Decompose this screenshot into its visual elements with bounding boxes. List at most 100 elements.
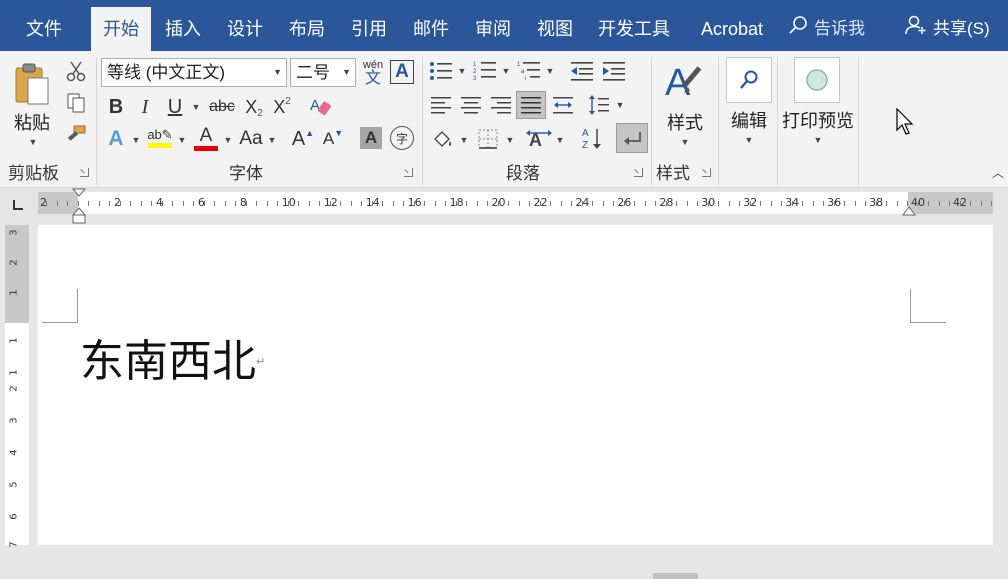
vertical-ruler[interactable]: 3 2 1 1 1 2 3 4 5 6 7 <box>5 225 29 548</box>
editing-dropdown-icon[interactable]: ▼ <box>743 135 755 145</box>
font-color-button[interactable]: A <box>192 124 220 152</box>
ruler-bar[interactable]: 224681012141618202224262830323436384042 <box>38 192 993 214</box>
ruler-tick <box>319 201 320 206</box>
underline-dropdown-icon[interactable]: ▼ <box>190 101 202 113</box>
numbering-dropdown-icon[interactable]: ▼ <box>500 65 512 77</box>
tell-me-box[interactable]: 告诉我 <box>788 7 865 51</box>
highlight-dropdown-icon[interactable]: ▼ <box>176 134 188 146</box>
asian-layout-icon[interactable]: A <box>524 125 554 153</box>
text-effects-icon[interactable]: A <box>104 126 128 152</box>
phonetic-guide-button[interactable]: wén 文 <box>360 57 386 89</box>
document-page[interactable]: 东南西北 ↵ <box>38 225 993 545</box>
styles-launcher-icon[interactable] <box>702 168 711 177</box>
scroll-thumb[interactable] <box>653 573 698 579</box>
shading-dropdown-icon[interactable]: ▼ <box>458 134 470 146</box>
highlight-color-button[interactable]: ab✎ <box>146 124 174 152</box>
tab-view[interactable]: 视图 <box>527 7 583 51</box>
chevron-down-icon[interactable]: ▼ <box>342 59 351 86</box>
right-indent-marker-icon[interactable] <box>902 206 916 218</box>
shrink-font-button[interactable]: A ▼ <box>320 126 346 152</box>
line-spacing-dropdown-icon[interactable]: ▼ <box>614 99 626 111</box>
paste-label[interactable]: 粘贴 <box>10 109 54 135</box>
bold-button[interactable]: B <box>105 94 127 120</box>
paragraph-shading-icon[interactable] <box>428 125 456 153</box>
styles-icon[interactable]: A <box>660 57 710 105</box>
line-spacing-icon[interactable] <box>586 93 612 117</box>
multilevel-dropdown-icon[interactable]: ▼ <box>544 65 556 77</box>
justify-icon[interactable] <box>516 91 546 119</box>
styles-label[interactable]: 样式 <box>660 109 710 135</box>
share-button[interactable]: 共享(S) <box>905 7 990 51</box>
text-effects-dropdown-icon[interactable]: ▼ <box>130 134 142 146</box>
cut-icon[interactable] <box>64 59 88 83</box>
highlight-swatch <box>148 143 172 148</box>
ruler-tick <box>98 201 100 206</box>
tab-review[interactable]: 审阅 <box>465 7 521 51</box>
italic-button[interactable]: I <box>134 94 156 120</box>
editing-search-icon[interactable] <box>726 57 772 103</box>
format-painter-icon[interactable] <box>64 123 88 147</box>
ruler-tick <box>802 201 803 206</box>
clipboard-launcher-icon[interactable] <box>80 168 89 177</box>
borders-dropdown-icon[interactable]: ▼ <box>504 134 516 146</box>
font-launcher-icon[interactable] <box>404 168 413 177</box>
tab-references[interactable]: 引用 <box>341 7 397 51</box>
numbering-icon[interactable]: 123 <box>472 59 498 83</box>
styles-dropdown-icon[interactable]: ▼ <box>679 137 691 147</box>
font-name-combo[interactable]: 等线 (中文正文) ▼ <box>101 58 287 87</box>
tab-developer[interactable]: 开发工具 <box>592 7 676 51</box>
borders-icon[interactable] <box>474 125 502 153</box>
align-left-icon[interactable] <box>428 93 454 117</box>
tab-home[interactable]: 开始 <box>91 7 151 51</box>
distributed-icon[interactable] <box>550 93 576 117</box>
paragraph-launcher-icon[interactable] <box>634 168 643 177</box>
document-text[interactable]: 东南西北 <box>80 325 256 389</box>
underline-button[interactable]: U <box>164 94 186 120</box>
collapse-ribbon-icon[interactable]: ︿ <box>990 165 1006 180</box>
enclose-characters-button[interactable]: 字 <box>390 126 414 150</box>
bullets-icon[interactable] <box>428 59 454 83</box>
clear-formatting-icon[interactable]: A <box>308 92 334 120</box>
character-shading-button[interactable]: A <box>360 127 382 149</box>
decrease-indent-icon[interactable] <box>568 59 596 83</box>
tab-file[interactable]: 文件 <box>10 7 78 51</box>
align-right-icon[interactable] <box>488 93 514 117</box>
tab-selector-icon[interactable] <box>12 198 24 210</box>
copy-icon[interactable] <box>64 91 88 115</box>
ruler-tick <box>371 201 373 206</box>
tab-insert[interactable]: 插入 <box>155 7 211 51</box>
tab-mailings[interactable]: 邮件 <box>403 7 459 51</box>
ruler-tick <box>130 201 131 206</box>
change-case-button[interactable]: Aa <box>236 126 266 152</box>
indent-markers-icon[interactable] <box>72 188 86 224</box>
sort-icon[interactable]: AZ <box>578 125 606 153</box>
editing-label[interactable]: 编辑 <box>724 107 774 133</box>
strikethrough-button[interactable]: abc <box>206 94 238 120</box>
chevron-down-icon[interactable]: ▼ <box>273 59 282 86</box>
ruler-tick <box>854 201 856 206</box>
increase-indent-icon[interactable] <box>600 59 628 83</box>
superscript-button[interactable]: X2 <box>270 94 294 120</box>
show-hide-marks-icon[interactable] <box>616 123 648 153</box>
print-preview-icon[interactable] <box>794 57 840 103</box>
tab-acrobat[interactable]: Acrobat <box>690 7 774 51</box>
horizontal-ruler[interactable]: 224681012141618202224262830323436384042 <box>0 188 1008 224</box>
paste-dropdown-icon[interactable]: ▼ <box>26 137 40 147</box>
ruler-tick <box>613 201 614 206</box>
tab-layout[interactable]: 布局 <box>279 7 335 51</box>
tab-design[interactable]: 设计 <box>217 7 273 51</box>
change-case-dropdown-icon[interactable]: ▼ <box>266 134 278 146</box>
asian-layout-dropdown-icon[interactable]: ▼ <box>554 134 566 146</box>
multilevel-list-icon[interactable]: 1ai <box>516 59 542 83</box>
subscript-button[interactable]: X2 <box>242 94 266 120</box>
print-preview-label[interactable]: 打印预览 <box>780 107 856 133</box>
grow-font-button[interactable]: A ▲ <box>290 126 316 152</box>
character-border-button[interactable]: A <box>390 60 414 84</box>
font-color-dropdown-icon[interactable]: ▼ <box>222 134 234 146</box>
print-preview-dropdown-icon[interactable]: ▼ <box>812 135 824 145</box>
paste-icon[interactable] <box>10 59 54 111</box>
svg-text:A: A <box>582 128 589 139</box>
font-size-combo[interactable]: 二号 ▼ <box>290 58 356 87</box>
bullets-dropdown-icon[interactable]: ▼ <box>456 65 468 77</box>
align-center-icon[interactable] <box>458 93 484 117</box>
